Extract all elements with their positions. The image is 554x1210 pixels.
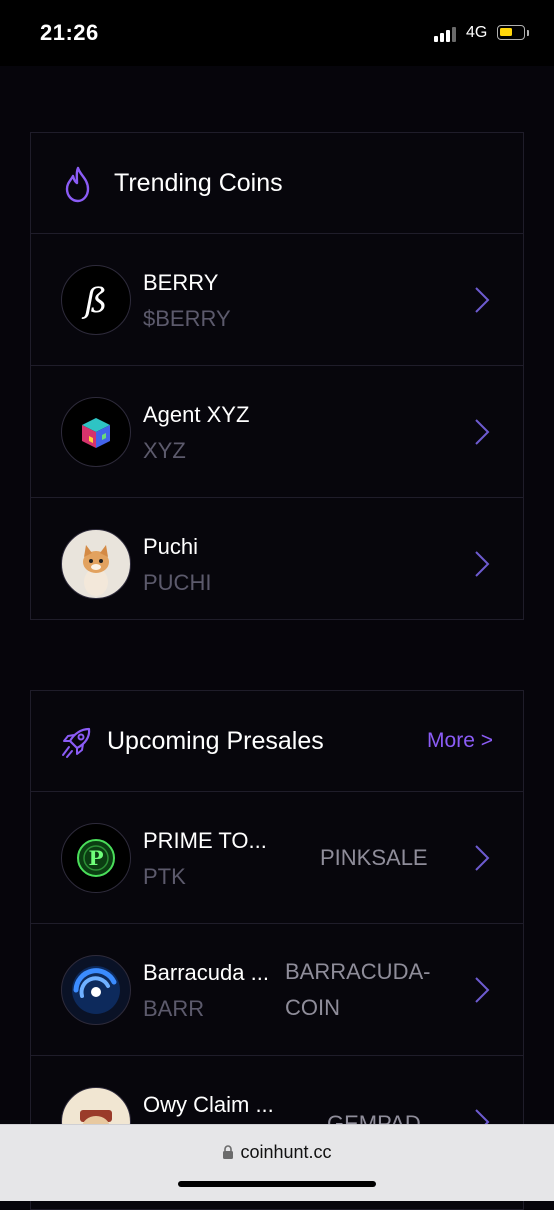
chevron-right-icon <box>475 287 490 313</box>
upcoming-presales-header: Upcoming Presales More > <box>31 691 523 792</box>
status-bar: 21:26 4G <box>0 0 554 66</box>
presale-row-barracuda[interactable]: Barracuda ... BARR BARRACUDA- COIN <box>31 924 523 1056</box>
coin-name: BERRY <box>143 270 219 295</box>
kitten-avatar-icon <box>61 529 131 599</box>
chevron-right-icon <box>475 845 490 871</box>
trending-coins-header: Trending Coins <box>31 133 523 234</box>
coin-ticker: BARR <box>143 996 205 1021</box>
berry-logo-icon: ß <box>61 265 131 335</box>
launchpad-line: PINKSALE <box>320 845 428 870</box>
barracuda-logo-icon <box>61 955 131 1025</box>
coin-ticker: PUCHI <box>143 570 212 595</box>
status-time: 21:26 <box>40 20 99 45</box>
coin-row-berry[interactable]: ß BERRY $BERRY <box>31 234 523 366</box>
launchpad-line: COIN <box>285 995 340 1020</box>
more-link[interactable]: More > <box>427 729 493 753</box>
coin-row-puchi[interactable]: Puchi PUCHI <box>31 498 523 630</box>
trending-coins-title: Trending Coins <box>114 169 283 197</box>
chevron-right-icon <box>475 977 490 1003</box>
url-text: coinhunt.cc <box>240 1142 332 1162</box>
launchpad-label: PINKSALE <box>320 840 428 876</box>
browser-address-bar[interactable]: coinhunt.cc <box>0 1124 554 1201</box>
coin-name: Puchi <box>143 534 199 559</box>
coin-ticker: $BERRY <box>143 306 231 331</box>
trending-coins-card: Trending Coins ß BERRY $BERRY Agent XYZ … <box>30 132 524 620</box>
coin-ticker: PTK <box>143 864 186 889</box>
svg-text:ß: ß <box>82 281 108 321</box>
cellular-signal-icon <box>434 26 458 42</box>
presale-row-prime-token[interactable]: P PRIME TO... PTK PINKSALE <box>31 792 523 924</box>
lock-icon <box>223 1145 234 1159</box>
coin-row-agent-xyz[interactable]: Agent XYZ XYZ <box>31 366 523 498</box>
coin-ticker: XYZ <box>143 438 186 463</box>
battery-cap <box>527 30 529 36</box>
prime-token-logo-icon: P <box>61 823 131 893</box>
cube-logo-icon <box>61 397 131 467</box>
svg-text:P: P <box>88 846 103 870</box>
network-type: 4G <box>466 24 488 41</box>
flame-icon <box>65 166 90 203</box>
coin-name: Agent XYZ <box>143 402 250 427</box>
home-indicator[interactable] <box>178 1181 376 1187</box>
battery-icon <box>497 25 525 40</box>
url-display[interactable]: coinhunt.cc <box>0 1142 554 1163</box>
chevron-right-icon <box>475 551 490 577</box>
coin-name: PRIME TO... <box>143 828 267 853</box>
coin-name: Owy Claim ... <box>143 1092 274 1117</box>
launchpad-label: BARRACUDA- COIN <box>285 954 430 1026</box>
chevron-right-icon <box>475 419 490 445</box>
rocket-icon <box>62 727 91 758</box>
launchpad-line: BARRACUDA- <box>285 959 431 984</box>
coin-name: Barracuda ... <box>143 960 269 985</box>
upcoming-presales-title: Upcoming Presales <box>107 727 324 755</box>
